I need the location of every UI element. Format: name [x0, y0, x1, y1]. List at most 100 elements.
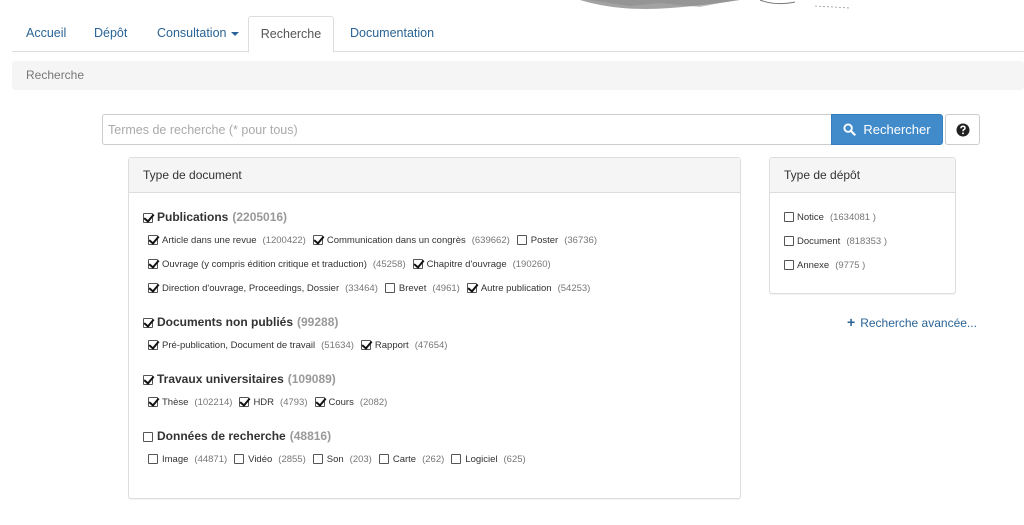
- doc-subtype-checkbox[interactable]: [312, 235, 323, 246]
- doc-group-0[interactable]: Publications (2205016): [143, 210, 287, 224]
- doc-subtype-checkbox[interactable]: [148, 454, 158, 465]
- doc-group-3[interactable]: Données de recherche (48816): [143, 429, 331, 443]
- deposit-type-label: Notice: [797, 212, 824, 223]
- doc-subtype-count: (639662): [471, 235, 510, 246]
- search-button[interactable]: Rechercher: [831, 114, 943, 145]
- doc-subtype-checkbox[interactable]: [314, 397, 325, 408]
- doc-subtype-line: Pré-publication, Document de travail (516…: [148, 340, 454, 351]
- doc-subtype-checkbox[interactable]: [239, 397, 250, 408]
- doc-group-2[interactable]: Travaux universitaires (109089): [143, 372, 336, 386]
- doc-subtype-count: (51634): [321, 340, 354, 351]
- tab-documentation[interactable]: Documentation: [350, 16, 434, 51]
- breadcrumb: Recherche: [12, 61, 1024, 90]
- deposit-type-checkbox[interactable]: [784, 212, 794, 223]
- doc-subtype-item[interactable]: Son (203): [312, 454, 372, 465]
- deposit-type-item[interactable]: Document (818353 ): [784, 236, 887, 247]
- doc-subtype-checkbox[interactable]: [466, 283, 477, 294]
- deposit-type-item[interactable]: Annexe (9775 ): [784, 260, 865, 271]
- doc-subtype-count: (262): [422, 454, 445, 465]
- doc-subtype-item[interactable]: Pré-publication, Document de travail (516…: [148, 340, 354, 351]
- doc-subtype-label: Logiciel: [465, 454, 498, 465]
- doc-subtype-checkbox[interactable]: [148, 397, 158, 408]
- tab-accueil[interactable]: Accueil: [26, 16, 66, 51]
- deposit-type-count: (1634081 ): [829, 212, 876, 223]
- doc-subtype-count: (625): [503, 454, 526, 465]
- deposit-type-checkbox[interactable]: [784, 260, 794, 271]
- doc-subtype-checkbox[interactable]: [312, 454, 323, 465]
- doc-subtype-item[interactable]: Thèse (102214): [148, 397, 232, 408]
- main-nav-tabs: Accueil Dépôt Consultation Recherche Doc…: [12, 16, 1024, 53]
- doc-subtype-line: Ouvrage (y compris édition critique et t…: [148, 259, 558, 270]
- doc-subtype-item[interactable]: Vidéo (2855): [234, 454, 306, 465]
- doc-group-count: (109089): [287, 372, 336, 386]
- doc-group-checkbox[interactable]: [143, 212, 153, 223]
- doc-subtype-item[interactable]: Cours (2082): [314, 397, 388, 408]
- doc-subtype-label: Pré-publication, Document de travail: [162, 340, 316, 351]
- help-button[interactable]: [945, 114, 980, 145]
- doc-subtype-item[interactable]: Logiciel (625): [451, 454, 526, 465]
- doc-subtype-item[interactable]: Direction d'ouvrage, Proceedings, Dossie…: [148, 283, 378, 294]
- doc-subtype-checkbox[interactable]: [148, 283, 158, 294]
- doc-subtype-item[interactable]: Brevet (4961): [384, 283, 460, 294]
- doc-subtype-item[interactable]: HDR (4793): [239, 397, 308, 408]
- question-circle-icon: [956, 123, 969, 136]
- advanced-search-label: Recherche avancée...: [860, 316, 977, 330]
- doc-subtype-checkbox[interactable]: [451, 454, 462, 465]
- deposit-type-panel: Type de dépôt Notice (1634081 ) Document (8…: [769, 157, 956, 294]
- doc-subtype-line: Image (44871) Vidéo (2855) Son (203) Carte (262…: [148, 454, 533, 465]
- doc-subtype-item[interactable]: Autre publication (54253): [466, 283, 590, 294]
- doc-subtype-item[interactable]: Rapport (47654): [360, 340, 448, 351]
- doc-group-checkbox[interactable]: [143, 374, 153, 385]
- deposit-type-item[interactable]: Notice (1634081 ): [784, 212, 876, 223]
- doc-subtype-checkbox[interactable]: [384, 283, 395, 294]
- caret-down-icon: [230, 31, 239, 36]
- doc-group-checkbox[interactable]: [143, 431, 153, 442]
- doc-subtype-item[interactable]: Carte (262): [378, 454, 445, 465]
- doc-subtype-label: Autre publication: [480, 283, 552, 294]
- search-input[interactable]: [102, 114, 836, 145]
- doc-subtype-checkbox[interactable]: [412, 259, 423, 270]
- doc-subtype-item[interactable]: Communication dans un congrès (639662): [312, 235, 510, 246]
- doc-subtype-checkbox[interactable]: [148, 340, 158, 351]
- doc-subtype-count: (2082): [359, 397, 388, 408]
- doc-subtype-count: (102214): [194, 397, 233, 408]
- doc-subtype-label: Cours: [328, 397, 354, 408]
- doc-subtype-line: Article dans une revue (1200422) Communica…: [148, 235, 604, 246]
- doc-subtype-label: HDR: [253, 397, 275, 408]
- doc-subtype-item[interactable]: Image (44871): [148, 454, 227, 465]
- tab-recherche[interactable]: Recherche: [248, 16, 334, 53]
- doc-subtype-label: Poster: [530, 235, 559, 246]
- search-button-label: Rechercher: [863, 122, 931, 137]
- doc-subtype-checkbox[interactable]: [516, 235, 527, 246]
- doc-subtype-item[interactable]: Chapitre d'ouvrage (190260): [412, 259, 551, 270]
- doc-subtype-label: Brevet: [398, 283, 427, 294]
- doc-subtype-item[interactable]: Ouvrage (y compris édition critique et t…: [148, 259, 406, 270]
- doc-subtype-label: Article dans une revue: [162, 235, 257, 246]
- deposit-type-label: Annexe: [797, 260, 830, 271]
- doc-subtype-count: (47654): [414, 340, 448, 351]
- doc-group-1[interactable]: Documents non publiés (99288): [143, 315, 338, 329]
- doc-subtype-label: Carte: [392, 454, 417, 465]
- advanced-search-link[interactable]: + Recherche avancée...: [847, 314, 977, 330]
- doc-subtype-label: Ouvrage (y compris édition critique et t…: [162, 259, 367, 270]
- doc-subtype-checkbox[interactable]: [148, 235, 158, 246]
- doc-subtype-label: Thèse: [162, 397, 189, 408]
- tab-depot[interactable]: Dépôt: [94, 16, 127, 51]
- doc-subtype-checkbox[interactable]: [378, 454, 389, 465]
- banner-illustration: [560, 0, 860, 14]
- doc-subtype-item[interactable]: Poster (36736): [516, 235, 597, 246]
- search-icon: [843, 123, 857, 136]
- doc-subtype-checkbox[interactable]: [148, 259, 158, 270]
- doc-subtype-label: Chapitre d'ouvrage: [426, 259, 507, 270]
- document-type-panel: Type de document Publications (2205016) Ar…: [128, 157, 741, 499]
- deposit-type-checkbox[interactable]: [784, 236, 794, 247]
- doc-subtype-checkbox[interactable]: [234, 454, 245, 465]
- doc-group-count: (99288): [297, 315, 339, 329]
- doc-subtype-label: Communication dans un congrès: [326, 235, 466, 246]
- doc-subtype-item[interactable]: Article dans une revue (1200422): [148, 235, 306, 246]
- breadcrumb-item: Recherche: [26, 68, 85, 82]
- doc-group-checkbox[interactable]: [143, 317, 153, 328]
- doc-subtype-label: Vidéo: [248, 454, 273, 465]
- tab-consultation[interactable]: Consultation: [157, 16, 239, 51]
- doc-subtype-checkbox[interactable]: [360, 340, 371, 351]
